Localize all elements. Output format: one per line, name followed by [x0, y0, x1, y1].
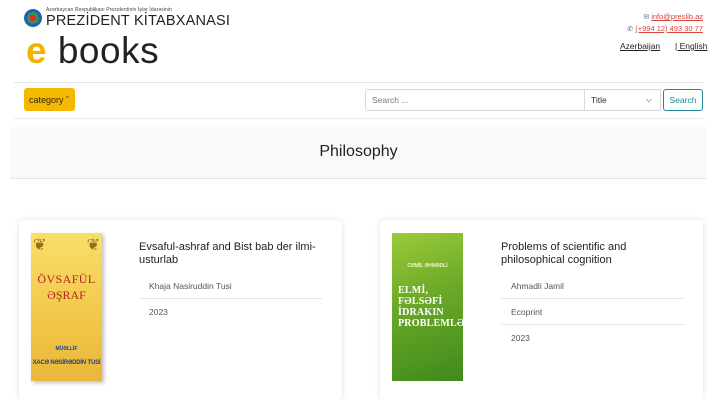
language-azerbaijani-link[interactable]: Azerbaijan	[620, 41, 660, 51]
book-year: 2023	[149, 307, 168, 317]
library-logo[interactable]: Azərbaycan Respublikası Prezidentinin İş…	[24, 8, 230, 29]
book-publisher: Ecoprint	[501, 299, 684, 325]
logo-title: PREZİDENT KİTABXANASI	[46, 13, 231, 29]
ebooks-brand[interactable]: e books	[26, 32, 159, 69]
divider	[14, 118, 703, 119]
email-link[interactable]: info@preslib.az	[651, 12, 703, 21]
envelope-icon: ✉	[643, 14, 650, 21]
language-english-link[interactable]: | English	[675, 41, 707, 51]
book-title[interactable]: Problems of scientific and philosophical…	[501, 241, 684, 267]
divider	[14, 82, 703, 83]
state-emblem-icon	[24, 9, 42, 28]
search-input[interactable]	[365, 89, 585, 111]
phone-link[interactable]: (+994 12) 493 30 77	[635, 24, 703, 33]
book-cover[interactable]: CƏMİL ƏHMƏDLİ ELMİ, FƏLSƏFİ İDRAKIN PROB…	[392, 233, 463, 381]
chevron-down-icon: ⌵	[645, 95, 652, 104]
book-cover[interactable]: ❦ ❦ ÖVSAFÜL ƏŞRAF MÜƏLLİF XACƏ NƏSİRƏDDİ…	[31, 233, 102, 381]
contact-info: ✉ info@preslib.az ✆ (+994 12) 493 30 77	[627, 11, 703, 35]
ornament-icon: ❦	[33, 237, 47, 254]
search-button[interactable]: Search	[663, 89, 703, 111]
book-year: 2023	[511, 333, 530, 343]
phone-icon: ✆	[627, 26, 634, 33]
search-field-select[interactable]: Title ⌵	[585, 89, 661, 111]
ornament-icon: ❦	[86, 237, 100, 254]
book-card[interactable]: ❦ ❦ ÖVSAFÜL ƏŞRAF MÜƏLLİF XACƏ NƏSİRƏDDİ…	[19, 220, 342, 399]
book-author: Ahmadli Jamil	[501, 273, 684, 299]
book-card[interactable]: CƏMİL ƏHMƏDLİ ELMİ, FƏLSƏFİ İDRAKIN PROB…	[380, 220, 703, 399]
category-dropdown-button[interactable]: category ˇ	[24, 88, 75, 111]
book-author: Khaja Nasiruddin Tusi	[139, 273, 322, 299]
book-title[interactable]: Evsaful-ashraf and Bist bab der ilmi-ust…	[139, 241, 322, 267]
page-title: Philosophy	[319, 143, 398, 160]
